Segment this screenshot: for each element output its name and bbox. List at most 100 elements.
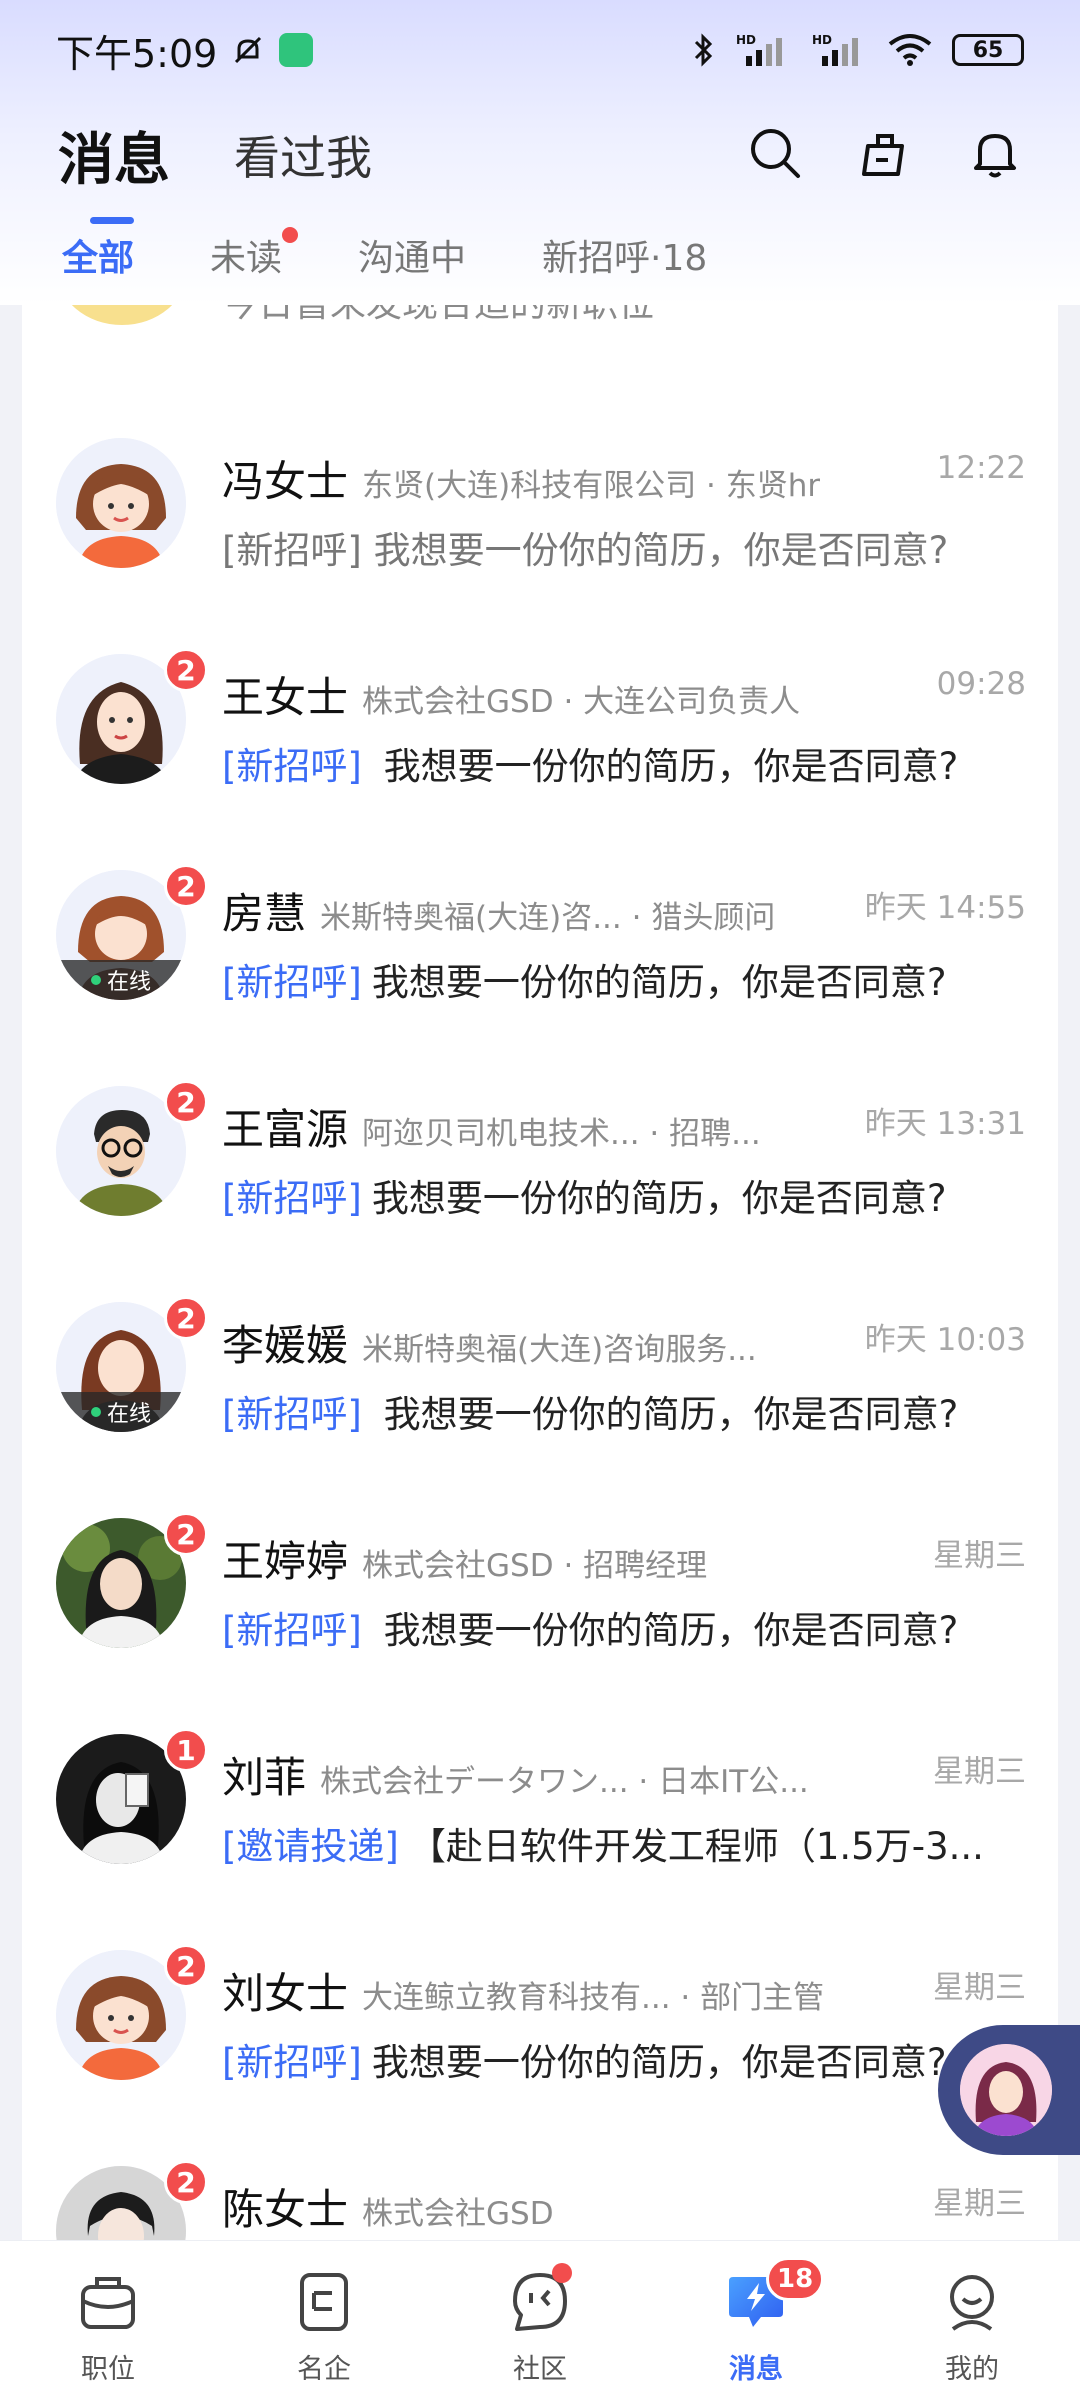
contact-name: 王婷婷 bbox=[222, 1537, 349, 1586]
list-item[interactable]: 2 王女士 株式会社GSD · 大连公司负责人 09:28 [新招呼] 我想要一… bbox=[22, 636, 1058, 852]
contact-company: 米斯特奥福(大连)咨询服务... bbox=[362, 1332, 757, 1368]
avatar bbox=[57, 305, 187, 325]
message-time: 12:22 bbox=[936, 450, 1026, 486]
list-item[interactable]: 1 刘菲 株式会社データワン... · 日本IT公... 星期三 [邀请投递] 【… bbox=[22, 1716, 1058, 1932]
unread-badge: 2 bbox=[164, 648, 208, 692]
nav-label: 社区 bbox=[513, 2354, 567, 2385]
list-item[interactable]: 今日暂未发现合适的新职位 bbox=[22, 305, 1058, 340]
message-tag: [新招呼] bbox=[222, 745, 362, 788]
filter-bar: 全部 未读 沟通中 新招呼·18 bbox=[0, 215, 1080, 295]
battery-indicator: 65 bbox=[952, 34, 1024, 66]
signal-2-icon: HD bbox=[812, 32, 868, 68]
unread-badge: 2 bbox=[164, 864, 208, 908]
list-item[interactable]: 2 王富源 阿迩贝司机电技术... · 招聘... 昨天 13:31 [新招呼]… bbox=[22, 1068, 1058, 1284]
list-item[interactable]: 2 陈女士 株式会社GSD 星期三 bbox=[22, 2148, 1058, 2240]
filter-unread-label: 未读 bbox=[210, 238, 283, 279]
unread-dot bbox=[282, 227, 299, 243]
online-dot bbox=[90, 975, 101, 985]
briefcase-icon bbox=[73, 2267, 143, 2341]
nav-label: 职位 bbox=[81, 2354, 135, 2385]
contact-name: 冯女士 bbox=[222, 457, 349, 506]
message-time: 星期三 bbox=[933, 1538, 1026, 1574]
message-preview: [新招呼] 我想要一份你的简历，你是否同意? bbox=[222, 2032, 1042, 2086]
contact-name: 陈女士 bbox=[222, 2185, 349, 2234]
message-text: 我想要一份你的简历，你是否同意? bbox=[371, 2041, 947, 2084]
avatar bbox=[56, 438, 186, 568]
list-item[interactable]: 在线 2 李媛媛 米斯特奥福(大连)咨询服务... 昨天 10:03 [新招呼]… bbox=[22, 1284, 1058, 1500]
bluetooth-icon bbox=[692, 32, 716, 68]
contact-company: 株式会社GSD bbox=[362, 2196, 554, 2232]
online-dot bbox=[90, 1407, 101, 1417]
message-time: 昨天 13:31 bbox=[864, 1106, 1026, 1142]
message-tag: [邀请投递] bbox=[222, 1825, 399, 1868]
profile-icon bbox=[937, 2267, 1007, 2341]
contact-company: 株式会社データワン... · 日本IT公... bbox=[320, 1764, 809, 1800]
header: 消息 看过我 bbox=[0, 100, 1080, 224]
message-preview: [新招呼] 我想要一份你的简历，你是否同意? bbox=[222, 736, 1042, 790]
filter-in-conversation[interactable]: 沟通中 bbox=[358, 229, 466, 281]
company-icon bbox=[289, 2267, 359, 2341]
tab-viewed-me[interactable]: 看过我 bbox=[234, 122, 372, 188]
nav-messages[interactable]: 18 消息 bbox=[686, 2257, 826, 2386]
message-tag: [新招呼] bbox=[222, 529, 362, 572]
filter-new-greetings[interactable]: 新招呼·18 bbox=[542, 229, 707, 281]
bell-icon[interactable] bbox=[968, 126, 1022, 184]
signal-1-icon: HD bbox=[736, 32, 792, 68]
top-area: 下午5:09 HD HD 65 消息 看过我 全部 未读 沟通中 新招呼·18 bbox=[0, 0, 1080, 305]
message-time: 星期三 bbox=[933, 1754, 1026, 1790]
mute-icon bbox=[231, 33, 265, 67]
partial-message: 今日暂未发现合适的新职位 bbox=[222, 305, 654, 327]
message-text: 我想要一份你的简历，你是否同意? bbox=[373, 529, 949, 572]
message-tag: [新招呼] bbox=[222, 2041, 362, 2084]
online-label: 在线 bbox=[106, 1402, 151, 1427]
message-preview: [新招呼] 我想要一份你的简历，你是否同意? bbox=[222, 952, 1042, 1006]
message-text: 我想要一份你的简历，你是否同意? bbox=[383, 745, 959, 788]
contact-company: 米斯特奥福(大连)咨... · 猎头顾问 bbox=[320, 900, 776, 936]
contact-name: 王女士 bbox=[222, 673, 349, 722]
nav-label: 我的 bbox=[945, 2354, 999, 2385]
unread-badge: 2 bbox=[164, 2160, 208, 2204]
unread-badge: 2 bbox=[164, 1080, 208, 1124]
filter-all[interactable]: 全部 bbox=[62, 229, 134, 281]
list-item[interactable]: 在线 2 房慧 米斯特奥福(大连)咨... · 猎头顾问 昨天 14:55 [新… bbox=[22, 852, 1058, 1068]
search-icon[interactable] bbox=[748, 126, 802, 184]
unread-badge: 1 bbox=[164, 1728, 208, 1772]
message-preview: [新招呼] 我想要一份你的简历，你是否同意? bbox=[222, 1600, 1042, 1654]
floating-assistant-button[interactable] bbox=[938, 2025, 1080, 2155]
message-text: 【赴日软件开发工程师（1.5万-3... bbox=[408, 1825, 984, 1868]
conversation-list[interactable]: 今日暂未发现合适的新职位 冯女士 东贤(大连)科技有限公司 · 东贤hr 12:… bbox=[22, 305, 1058, 2240]
message-preview: [邀请投递] 【赴日软件开发工程师（1.5万-3... bbox=[222, 1816, 1042, 1870]
message-text: 我想要一份你的简历，你是否同意? bbox=[383, 1393, 959, 1436]
nav-profile[interactable]: 我的 bbox=[902, 2267, 1042, 2386]
message-text: 我想要一份你的简历，你是否同意? bbox=[371, 1177, 947, 1220]
filter-unread[interactable]: 未读 bbox=[210, 227, 299, 281]
nav-community[interactable]: 社区 bbox=[470, 2263, 610, 2386]
clock: 下午5:09 bbox=[56, 31, 218, 76]
bottom-nav: 职位 名企 社区 18 消息 我的 bbox=[0, 2240, 1080, 2400]
contact-name: 刘菲 bbox=[222, 1753, 307, 1802]
online-status: 在线 bbox=[56, 1392, 186, 1432]
nav-label: 名企 bbox=[297, 2354, 351, 2385]
message-time: 09:28 bbox=[936, 666, 1026, 702]
online-label: 在线 bbox=[106, 970, 151, 995]
right-gutter bbox=[1058, 305, 1080, 2240]
nav-label: 消息 bbox=[729, 2354, 783, 2385]
online-status: 在线 bbox=[56, 960, 186, 1000]
nav-jobs[interactable]: 职位 bbox=[38, 2267, 178, 2386]
contact-name: 王富源 bbox=[222, 1105, 349, 1154]
contact-company: 株式会社GSD · 招聘经理 bbox=[362, 1548, 708, 1584]
contact-company: 阿迩贝司机电技术... · 招聘... bbox=[362, 1116, 761, 1152]
list-item[interactable]: 冯女士 东贤(大连)科技有限公司 · 东贤hr 12:22 [新招呼] 我想要一… bbox=[22, 420, 1058, 636]
assistant-avatar bbox=[960, 2044, 1052, 2136]
briefcase-broom-icon[interactable] bbox=[858, 126, 912, 184]
contact-name: 李媛媛 bbox=[222, 1321, 349, 1370]
wifi-icon bbox=[888, 32, 932, 68]
message-preview: [新招呼] 我想要一份你的简历，你是否同意? bbox=[222, 1384, 1042, 1438]
message-text: 我想要一份你的简历，你是否同意? bbox=[371, 961, 947, 1004]
list-item[interactable]: 2 刘女士 大连鲸立教育科技有... · 部门主管 星期三 [新招呼] 我想要一份… bbox=[22, 1932, 1058, 2148]
nav-companies[interactable]: 名企 bbox=[254, 2267, 394, 2386]
tab-messages[interactable]: 消息 bbox=[58, 115, 170, 224]
message-tag: [新招呼] bbox=[222, 1609, 362, 1652]
list-item[interactable]: 2 王婷婷 株式会社GSD · 招聘经理 星期三 [新招呼] 我想要一份你的简历… bbox=[22, 1500, 1058, 1716]
message-text: 我想要一份你的简历，你是否同意? bbox=[383, 1609, 959, 1652]
